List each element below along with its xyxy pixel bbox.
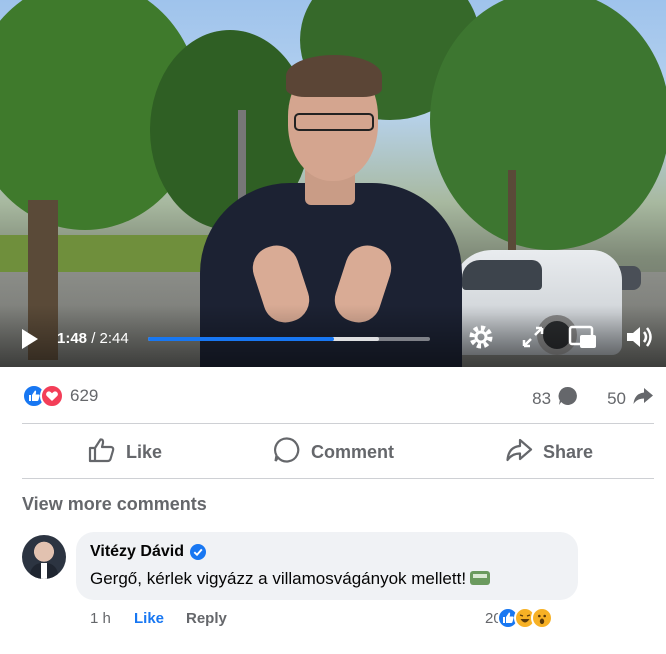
verified-badge-icon (189, 544, 206, 560)
share-arrow-icon (632, 385, 654, 412)
comment-bubble: Vitézy Dávid Gergő, kérlek vigyázz a vil… (76, 532, 578, 600)
comment-bubble-icon (557, 385, 579, 412)
comment-text: Gergő, kérlek vigyázz a villamosvágányok… (90, 569, 491, 589)
reaction-count: 629 (70, 386, 99, 405)
total-time: / 2:44 (87, 330, 129, 347)
comment-time[interactable]: 1 h (90, 610, 111, 627)
like-button[interactable]: Like (88, 434, 162, 470)
comment-button[interactable]: Comment (273, 434, 394, 470)
comment-author-name: Vitézy Dávid (90, 543, 184, 560)
wow-icon (530, 607, 553, 629)
like-label: Like (126, 441, 163, 462)
comment-reply-link[interactable]: Reply (186, 610, 227, 627)
avatar[interactable] (22, 535, 66, 579)
video-time: 1:48 / 2:44 (57, 330, 129, 347)
view-more-comments-link[interactable]: View more comments (22, 494, 207, 515)
comment-body: Gergő, kérlek vigyázz a villamosvágányok… (90, 569, 467, 588)
comment-count[interactable]: 83 (532, 389, 551, 409)
share-count[interactable]: 50 (607, 389, 626, 409)
progress-bar[interactable] (148, 337, 430, 341)
share-icon (505, 437, 533, 468)
comment-author[interactable]: Vitézy Dávid (90, 543, 206, 561)
thumbs-up-icon (88, 437, 116, 468)
divider (22, 423, 654, 424)
current-time: 1:48 (57, 330, 88, 347)
love-icon (40, 384, 64, 408)
share-label: Share (543, 441, 594, 462)
post-stats: 83 50 (532, 385, 654, 412)
comment-icon (273, 436, 301, 469)
comment-label: Comment (311, 441, 395, 462)
video-player[interactable]: 1:48 / 2:44 (0, 0, 666, 367)
comment-like-link[interactable]: Like (134, 610, 164, 627)
picture-in-picture-icon[interactable] (566, 322, 596, 352)
divider (22, 478, 654, 479)
progress-played (148, 337, 334, 341)
volume-icon[interactable] (624, 322, 654, 352)
settings-gear-icon[interactable] (466, 322, 496, 352)
play-icon[interactable] (22, 329, 38, 349)
comment-reactions[interactable]: 20 (485, 607, 553, 629)
fullscreen-expand-icon[interactable] (518, 322, 548, 352)
tram-icon (470, 571, 491, 585)
share-button[interactable]: Share (505, 434, 593, 470)
reactions-summary[interactable]: 629 (22, 384, 98, 408)
